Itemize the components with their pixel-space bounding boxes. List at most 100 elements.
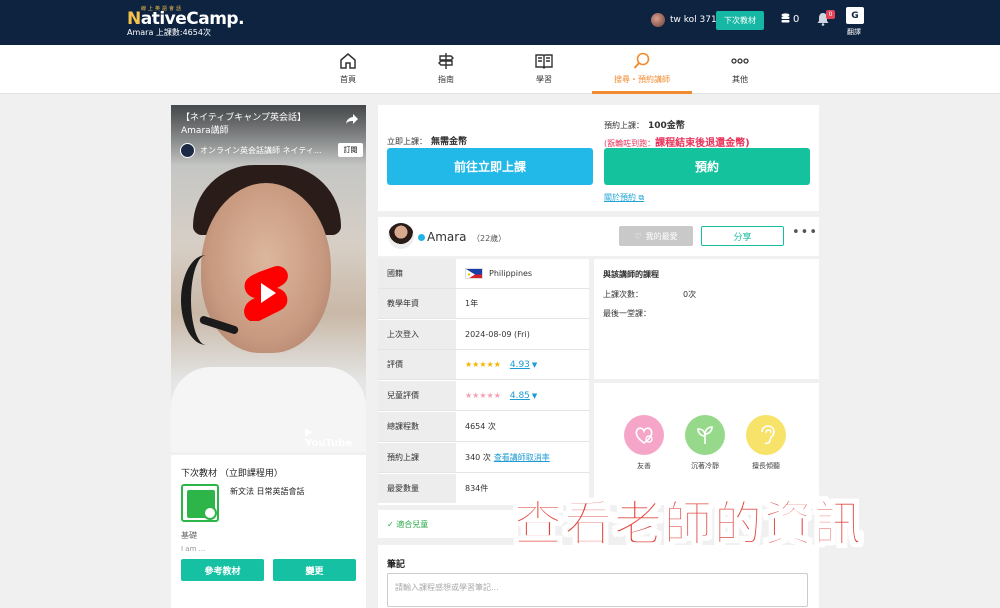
coin-count: 0 [793,14,800,25]
notes-panel: 筆記 請輸入課程感想或學習筆記... [378,545,819,608]
nav-other[interactable]: 其他 [690,45,790,94]
info-value: ★★★★★ 4.85 ▼ [465,381,589,410]
kids-friendly-label: ✓ 適合兒童 [387,520,429,529]
lesson-count-label: 上課次數： [603,290,643,299]
nav-search-label: 搜尋・預約講師 [614,75,670,84]
coin-icon[interactable] [781,13,790,25]
refund-note: (翫輪咗到跑：課程結束後退還金幣) [604,138,750,149]
info-value: 1年 [465,299,479,308]
kids-rating-stars-icon: ★★★★★ [465,391,501,400]
kids-friendly-panel: ✓ 適合兒童 [378,510,518,538]
teacher-intro-video[interactable]: 【ネイティブキャンプ英会話】 Amara講師 オンライン英会話講師 ネイティ..… [171,105,366,452]
nav-home[interactable]: 首頁 [298,45,398,94]
teacher-avatar [388,223,414,249]
info-value: 4654 次 [465,422,496,431]
youtube-shorts-play-icon[interactable] [243,265,291,321]
share-arrow-icon[interactable] [345,113,359,125]
book-icon [535,54,553,69]
translate-label[interactable]: 翻譯 [847,27,861,37]
share-button[interactable]: 分享 [701,226,784,246]
notes-textarea[interactable]: 請輸入課程感想或學習筆記... [387,573,808,607]
online-status-dot [418,234,425,241]
table-row: 預約上課 340 次 查看講師取消率 [378,443,589,473]
favorite-button[interactable]: ♡ 我的最愛 [619,226,693,246]
nav-guide[interactable]: 指南 [396,45,496,94]
external-link-icon: ⧉ [638,193,645,202]
last-lesson-label: 最後一堂課： [603,309,651,318]
table-row: 兒童評價 ★★★★★ 4.85 ▼ [378,381,589,411]
nav-other-label: 其他 [732,75,748,84]
cancel-rate-link[interactable]: 查看講師取消率 [494,452,550,463]
search-icon [633,52,650,69]
next-material-button[interactable]: 下次教材 [716,11,764,30]
change-material-button[interactable]: 變更 [273,559,356,581]
friendly-icon [624,415,664,455]
top-header: 線上英語會話 NativeCamp. Amara 上課數:4654次 tw ko… [0,0,1000,45]
user-lesson-count: Amara 上課數:4654次 [127,28,211,37]
lesson-history-panel: 與該講師的課程 上課次數： 0次 最後一堂課： [594,259,819,379]
reserve-lesson-label: 預約上課： 100金幣 [604,121,685,131]
trait-label: 擅長傾聽 [752,462,780,470]
table-row: 上次登入 2024-08-09 (Fri) [378,320,589,350]
material-description: I am ... [181,545,206,553]
trait-listener: 擅長傾聽 [744,415,788,471]
logo-name: NativeCamp. [127,9,245,29]
info-value: ★★★★★ 4.93 ▼ [465,350,589,379]
next-material-card: 下次教材 （立即課程用） 新文法 日常英語會話 基礎 I am ... 參考教材… [171,455,366,608]
material-level: 基礎 [181,531,197,540]
material-book-icon[interactable] [181,484,219,522]
notes-heading: 筆記 [387,560,406,570]
ear-icon [746,415,786,455]
table-row: 國籍 Philippines [378,259,589,289]
info-key: 預約上課 [378,443,456,472]
overlay-caption: 查看老師的資訊 [514,496,865,553]
nav-guide-label: 指南 [438,75,454,84]
material-book-name[interactable]: 新文法 日常英語會話 [230,486,360,497]
info-value: 340 次 查看講師取消率 [465,452,550,463]
translate-icon[interactable]: G [846,7,864,24]
trait-label: 沉著冷靜 [691,462,719,470]
rating-link[interactable]: 4.93 [510,360,530,370]
teacher-header: Amara （22歲） ♡ 我的最愛 分享 ••• [378,217,819,256]
channel-logo[interactable] [180,143,195,158]
teacher-info-table: 國籍 Philippines 教學年資 1年 上次登入 2024-08-09 (… [378,259,589,505]
notification-badge: 0 [826,10,835,19]
nav-learn[interactable]: 學習 [494,45,594,94]
heart-icon: ♡ [634,231,642,241]
user-avatar[interactable] [651,13,665,27]
info-key: 總課程數 [378,412,456,441]
nav-search-teachers[interactable]: 搜尋・預約講師 [592,45,692,94]
trait-calm: 沉著冷靜 [683,415,727,471]
video-title[interactable]: 【ネイティブキャンプ英会話】 Amara講師 [181,112,341,138]
main-nav: 首頁 指南 學習 搜尋・預約講師 其他 [0,45,1000,94]
table-row: 教學年資 1年 [378,289,589,319]
teacher-age: （22歲） [472,234,507,243]
username[interactable]: tw kol 371 [670,15,720,25]
channel-name[interactable]: オンライン英会話講師 ネイティ... [200,145,333,156]
about-reservation-link[interactable]: 關於預約 ⧉ [604,192,704,203]
sprout-icon [685,415,725,455]
chevron-down-icon[interactable]: ▼ [532,392,537,400]
lesson-count-value: 0次 [683,290,697,299]
home-icon [340,53,356,69]
trait-friendly: 友善 [622,415,666,471]
info-key: 兒童評價 [378,381,456,410]
reserve-button[interactable]: 預約 [604,148,810,185]
chevron-down-icon[interactable]: ▼ [532,361,537,369]
table-row: 總課程數 4654 次 [378,412,589,442]
video-headset [181,255,231,345]
info-value: 2024-08-09 (Fri) [465,330,530,339]
info-key: 上次登入 [378,320,456,349]
kids-rating-link[interactable]: 4.85 [510,391,530,401]
more-options-icon[interactable]: ••• [792,225,817,240]
nav-learn-label: 學習 [536,75,552,84]
reference-material-button[interactable]: 參考教材 [181,559,264,581]
trait-label: 友善 [637,462,651,470]
info-key: 最愛數量 [378,474,456,503]
youtube-watermark[interactable]: ▶ YouTube [305,427,360,449]
info-key: 評價 [378,350,456,379]
more-icon [731,58,749,64]
subscribe-button[interactable]: 訂閱 [338,143,363,157]
booking-card: 立即上課： 無需金幣 預約上課： 100金幣 (翫輪咗到跑：課程結束後退還金幣) 前… [378,105,819,211]
instant-lesson-button[interactable]: 前往立即上課 [387,148,593,185]
